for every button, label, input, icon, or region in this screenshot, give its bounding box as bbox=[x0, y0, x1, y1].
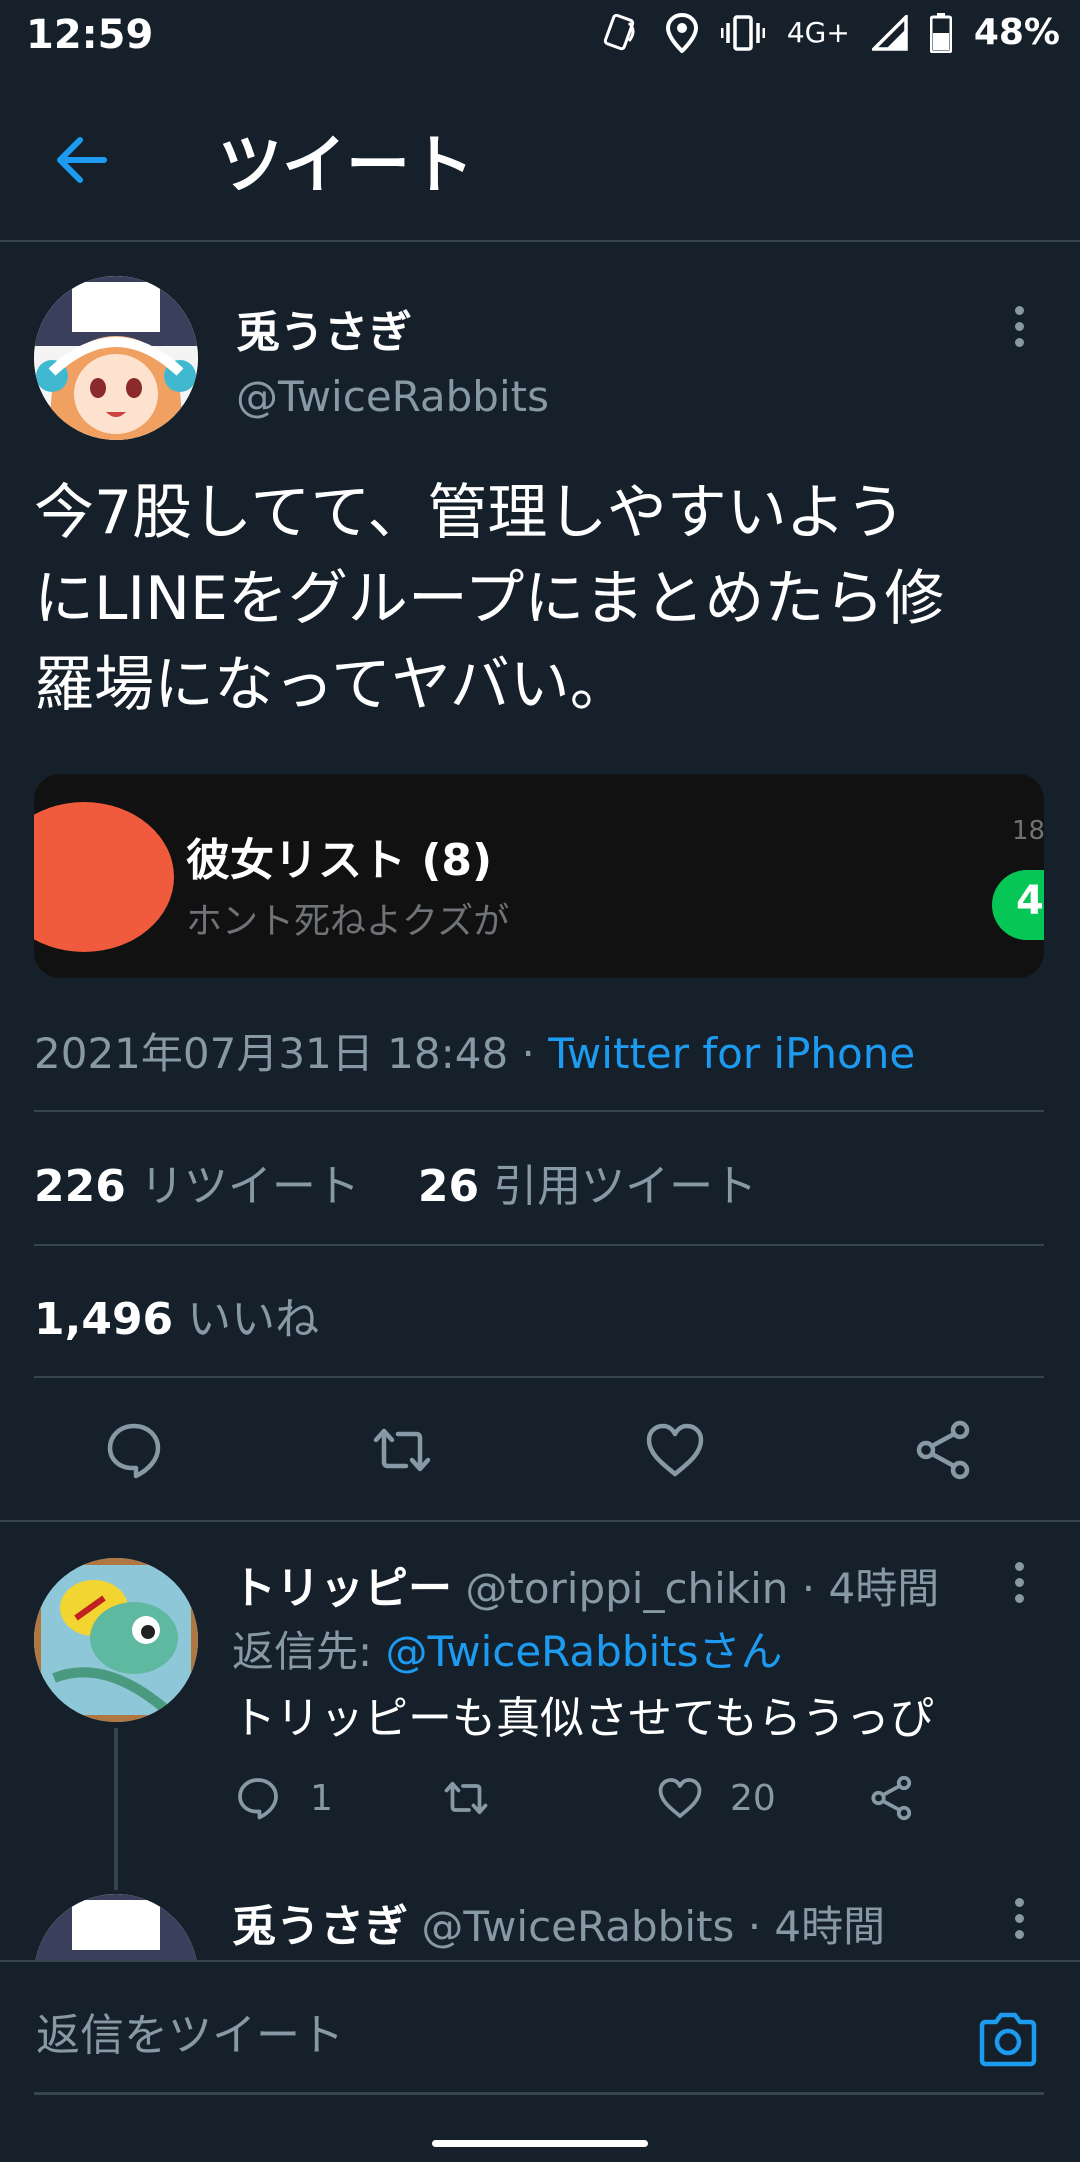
like-count: 20 bbox=[730, 1778, 776, 1819]
tweet-source-link[interactable]: Twitter for iPhone bbox=[548, 1029, 915, 1078]
retweet-icon[interactable] bbox=[370, 1418, 434, 1482]
nfc-icon bbox=[603, 13, 635, 50]
page-title: ツイート bbox=[218, 129, 474, 203]
author-avatar[interactable] bbox=[34, 276, 198, 440]
reply-icon[interactable] bbox=[102, 1418, 166, 1482]
more-options-icon[interactable] bbox=[1013, 306, 1025, 354]
more-options-icon[interactable] bbox=[1013, 1898, 1025, 1946]
reply-author-handle[interactable]: @TwiceRabbits · 4時間 bbox=[408, 1902, 885, 1951]
reply-compose-input[interactable] bbox=[34, 2010, 938, 2062]
tweet-text-line: 今7股してて、管理しやすいよう bbox=[34, 478, 906, 548]
divider bbox=[34, 1376, 1044, 1378]
reply-to: 返信先: @TwiceRabbitsさん bbox=[232, 1618, 783, 1679]
media-unread-count: 4 bbox=[1016, 878, 1044, 924]
like-icon[interactable] bbox=[643, 1418, 707, 1482]
reply-header: 兎うさぎ @TwiceRabbits · 4時間 bbox=[232, 1890, 885, 1954]
quote-count: 26 bbox=[417, 1161, 480, 1212]
share-icon[interactable] bbox=[868, 1774, 916, 1822]
tweet-text-line: 羅場になってヤバい。 bbox=[34, 650, 630, 720]
camera-icon[interactable] bbox=[974, 2006, 1042, 2074]
status-time: 12:59 bbox=[26, 12, 154, 58]
vibrate-icon bbox=[720, 14, 765, 51]
network-type: 4G+ bbox=[786, 16, 850, 49]
status-icons: 4G+ 48% bbox=[603, 12, 1060, 53]
back-arrow-icon[interactable] bbox=[52, 130, 112, 190]
reply-to-label: 返信先: bbox=[232, 1627, 386, 1676]
input-underline bbox=[34, 2092, 1044, 2095]
divider bbox=[34, 1244, 1044, 1246]
author-handle[interactable]: @TwiceRabbits bbox=[236, 372, 549, 421]
avatar-illustration bbox=[34, 1558, 198, 1722]
reply-author-name[interactable]: 兎うさぎ bbox=[232, 1901, 408, 1952]
share-icon[interactable] bbox=[912, 1418, 976, 1482]
retweet-stats: 226 リツイート 26 引用ツイート bbox=[34, 1150, 757, 1214]
tweet-text-line: にLINEをグループにまとめたら修 bbox=[34, 564, 945, 634]
tweet-timestamp: 2021年07月31日 18:48 · bbox=[34, 1029, 549, 1078]
reply-author-handle[interactable]: @torippi_chikin · 4時間 bbox=[452, 1564, 939, 1613]
battery-percent: 48% bbox=[973, 12, 1060, 53]
compose-bar bbox=[0, 1960, 1080, 2162]
divider bbox=[34, 1110, 1044, 1112]
reply-author-name[interactable]: トリッピー bbox=[232, 1563, 452, 1614]
retweets-link[interactable]: 226 リツイート bbox=[34, 1161, 360, 1212]
more-options-icon[interactable] bbox=[1013, 1562, 1025, 1610]
reply-icon[interactable] bbox=[234, 1774, 282, 1822]
reply-to-mention[interactable]: @TwiceRabbitsさん bbox=[386, 1627, 783, 1676]
battery-icon bbox=[929, 12, 952, 53]
retweet-count: 226 bbox=[34, 1161, 126, 1212]
signal-icon bbox=[871, 14, 908, 51]
retweet-label: リツイート bbox=[125, 1161, 360, 1212]
quote-label: 引用ツイート bbox=[479, 1161, 758, 1212]
reply-avatar[interactable] bbox=[34, 1558, 198, 1722]
divider bbox=[0, 1520, 1080, 1522]
like-label: いいね bbox=[173, 1294, 320, 1345]
author-name[interactable]: 兎うさぎ bbox=[236, 296, 412, 360]
tweet-meta: 2021年07月31日 18:48 · Twitter for iPhone bbox=[34, 1020, 915, 1081]
header: ツイート bbox=[0, 70, 1080, 242]
like-count: 1,496 bbox=[34, 1294, 174, 1345]
avatar-illustration bbox=[34, 276, 198, 440]
like-icon[interactable] bbox=[656, 1774, 704, 1822]
reply-header: トリッピー @torippi_chikin · 4時間 bbox=[232, 1552, 939, 1616]
media-chat-time: 18 bbox=[1012, 816, 1044, 846]
media-chat-title: 彼女リスト (8) bbox=[186, 835, 493, 886]
tweet-text: 今7股してて、管理しやすいよう にLINEをグループにまとめたら修 羅場になって… bbox=[34, 470, 1044, 728]
home-indicator[interactable] bbox=[432, 2140, 648, 2147]
location-icon bbox=[665, 12, 698, 53]
quotes-link[interactable]: 26 引用ツイート bbox=[418, 1161, 757, 1212]
media-chat-preview: ホント死ねよクズが bbox=[186, 901, 510, 942]
media-group-avatar bbox=[34, 802, 174, 952]
status-bar: 12:59 4G+ 48% bbox=[0, 0, 1080, 70]
thread-line bbox=[114, 1728, 118, 1890]
tweet-media-image[interactable]: 彼女リスト (8) ホント死ねよクズが 18 4 bbox=[34, 774, 1044, 978]
reply-count: 1 bbox=[310, 1778, 333, 1819]
reply-text: トリッピーも真似させてもらうっぴ bbox=[232, 1693, 934, 1744]
retweet-icon[interactable] bbox=[442, 1774, 490, 1822]
likes-link[interactable]: 1,496 いいね bbox=[34, 1283, 319, 1347]
